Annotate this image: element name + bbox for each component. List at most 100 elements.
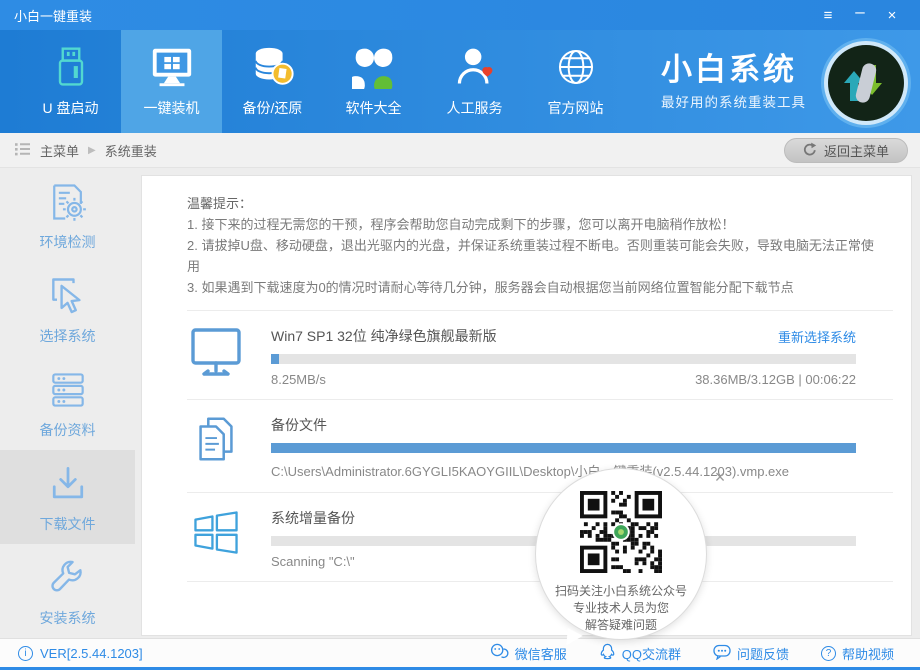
backup-progress-bar <box>271 443 856 453</box>
brand-name: 小白系统 <box>661 52 806 88</box>
sidebar-item-install-system[interactable]: 安装系统 <box>0 544 135 638</box>
server-stack-icon <box>45 367 91 413</box>
close-icon[interactable]: × <box>878 3 906 27</box>
monitor-icon <box>148 43 196 91</box>
brand-slogan: 最好用的系统重装工具 <box>661 91 806 111</box>
backup-progress-fill <box>271 443 856 453</box>
globe-icon <box>552 43 600 91</box>
help-icon: ? <box>821 646 836 661</box>
monitor-outline-icon <box>187 323 245 379</box>
qr-close-icon[interactable]: × <box>710 468 730 488</box>
sidebar: 环境检测 选择系统 备份资料 <box>0 168 135 638</box>
back-to-main-menu-button[interactable]: 返回主菜单 <box>784 138 908 163</box>
chevron-right-icon: ▶ <box>88 145 96 156</box>
info-icon: i <box>18 646 33 661</box>
window-controls: ≡ – × <box>814 3 906 27</box>
body: 环境检测 选择系统 备份资料 <box>0 168 920 638</box>
version-text: VER[2.5.44.1203] <box>40 646 143 661</box>
windows-flag-icon <box>187 505 245 561</box>
download-progress-bar <box>271 354 856 364</box>
list-menu-icon <box>14 141 31 160</box>
wechat-icon <box>490 643 509 663</box>
backup-title: 备份文件 <box>271 415 327 435</box>
sidebar-item-label: 备份资料 <box>40 420 96 440</box>
backup-file-section: 备份文件 C:\Users\Administrator.6GYGLI5KAOYG… <box>142 400 911 492</box>
version-info[interactable]: i VER[2.5.44.1203] <box>18 646 143 661</box>
box-gear-icon <box>45 179 91 225</box>
reselect-system-link[interactable]: 重新选择系统 <box>778 327 856 346</box>
tips-line-3: 3. 如果遇到下载速度为0的情况时请耐心等待几分钟，服务器会自动根据您当前网络位… <box>187 277 883 298</box>
usb-drive-icon <box>47 43 95 91</box>
back-rotate-icon <box>803 142 817 159</box>
brand-area: 小白系统 最好用的系统重装工具 <box>661 30 920 133</box>
feedback-link[interactable]: 问题反馈 <box>713 643 789 663</box>
footer-link-label: QQ交流群 <box>622 644 681 663</box>
nav-item-official-site[interactable]: 官方网站 <box>525 30 626 133</box>
download-icon <box>45 461 91 507</box>
main-area: 温馨提示： 1. 接下来的过程无需您的干预，程序会帮助您自动完成剩下的步骤，您可… <box>135 168 920 638</box>
nav-item-backup-restore[interactable]: 备份/还原 <box>222 30 323 133</box>
breadcrumb: 主菜单 ▶ 系统重装 返回主菜单 <box>0 133 920 168</box>
qq-group-link[interactable]: QQ交流群 <box>599 643 681 663</box>
incremental-title: 系统增量备份 <box>271 508 355 528</box>
app-window: 小白一键重装 ≡ – × U 盘启动 <box>0 0 920 670</box>
menu-icon[interactable]: ≡ <box>814 3 842 27</box>
database-backup-icon <box>249 43 297 91</box>
sidebar-item-label: 下载文件 <box>40 514 96 534</box>
cursor-select-icon <box>45 273 91 319</box>
nav-item-software[interactable]: 软件大全 <box>323 30 424 133</box>
qr-code <box>580 491 662 573</box>
minimize-icon[interactable]: – <box>846 3 874 27</box>
brand-logo-icon <box>820 37 912 129</box>
status-bar: i VER[2.5.44.1203] 微信客服 QQ交流群 <box>0 638 920 670</box>
brand-text: 小白系统 最好用的系统重装工具 <box>661 52 806 112</box>
download-progress-text: 38.36MB/3.12GB | 00:06:22 <box>695 372 856 387</box>
software-clover-icon <box>350 43 398 91</box>
tips-block: 温馨提示： 1. 接下来的过程无需您的干预，程序会帮助您自动完成剩下的步骤，您可… <box>142 176 911 310</box>
download-speed: 8.25MB/s <box>271 372 326 387</box>
back-button-label: 返回主菜单 <box>824 141 889 160</box>
nav-item-label: 备份/还原 <box>243 98 303 118</box>
nav-item-label: 软件大全 <box>346 98 402 118</box>
help-video-link[interactable]: ? 帮助视频 <box>821 643 894 663</box>
tips-title: 温馨提示： <box>187 193 883 214</box>
window-title: 小白一键重装 <box>14 6 92 25</box>
footer-link-label: 微信客服 <box>515 644 567 663</box>
wechat-support-link[interactable]: 微信客服 <box>490 643 567 663</box>
nav-item-label: 一键装机 <box>144 98 200 118</box>
footer-links: 微信客服 QQ交流群 问题反馈 ? <box>490 643 894 663</box>
sidebar-item-select-system[interactable]: 选择系统 <box>0 262 135 356</box>
person-service-icon <box>451 43 499 91</box>
wrench-icon <box>45 555 91 601</box>
qr-text-line-3: 解答疑难问题 <box>536 617 706 634</box>
nav-item-label: 人工服务 <box>447 98 503 118</box>
sidebar-item-label: 环境检测 <box>40 232 96 252</box>
download-title: Win7 SP1 32位 纯净绿色旗舰最新版 <box>271 326 497 346</box>
footer-link-label: 问题反馈 <box>737 644 789 663</box>
sidebar-item-download-files[interactable]: 下载文件 <box>0 450 135 544</box>
qr-text-line-1: 扫码关注小白系统公众号 <box>536 583 706 600</box>
nav-item-one-key-install[interactable]: 一键装机 <box>121 30 222 133</box>
documents-icon <box>187 412 245 468</box>
sidebar-item-label: 安装系统 <box>40 608 96 628</box>
nav-item-human-service[interactable]: 人工服务 <box>424 30 525 133</box>
feedback-bubble-icon <box>713 644 731 663</box>
sidebar-item-env-check[interactable]: 环境检测 <box>0 168 135 262</box>
breadcrumb-current: 系统重装 <box>105 141 157 160</box>
tips-line-2: 2. 请拔掉U盘、移动硬盘，退出光驱内的光盘，并保证系统重装过程不断电。否则重装… <box>187 235 883 277</box>
breadcrumb-root[interactable]: 主菜单 <box>40 141 79 160</box>
content-panel: 温馨提示： 1. 接下来的过程无需您的干预，程序会帮助您自动完成剩下的步骤，您可… <box>141 175 912 636</box>
download-progress-fill <box>271 354 279 364</box>
title-bar: 小白一键重装 ≡ – × <box>0 0 920 30</box>
tips-line-1: 1. 接下来的过程无需您的干预，程序会帮助您自动完成剩下的步骤，您可以离开电脑稍… <box>187 214 883 235</box>
sidebar-item-label: 选择系统 <box>40 326 96 346</box>
nav-item-label: 官方网站 <box>548 98 604 118</box>
footer-link-label: 帮助视频 <box>842 644 894 663</box>
nav-item-usb-boot[interactable]: U 盘启动 <box>20 30 121 133</box>
top-navigation: U 盘启动 一键装机 备份/还原 <box>0 30 920 133</box>
nav-item-label: U 盘启动 <box>43 98 99 118</box>
incremental-backup-section: 系统增量备份 Scanning "C:\" <box>142 493 911 581</box>
download-section: Win7 SP1 32位 纯净绿色旗舰最新版 重新选择系统 8.25MB/s 3… <box>142 311 911 399</box>
sidebar-item-backup-data[interactable]: 备份资料 <box>0 356 135 450</box>
qq-penguin-icon <box>599 643 616 663</box>
